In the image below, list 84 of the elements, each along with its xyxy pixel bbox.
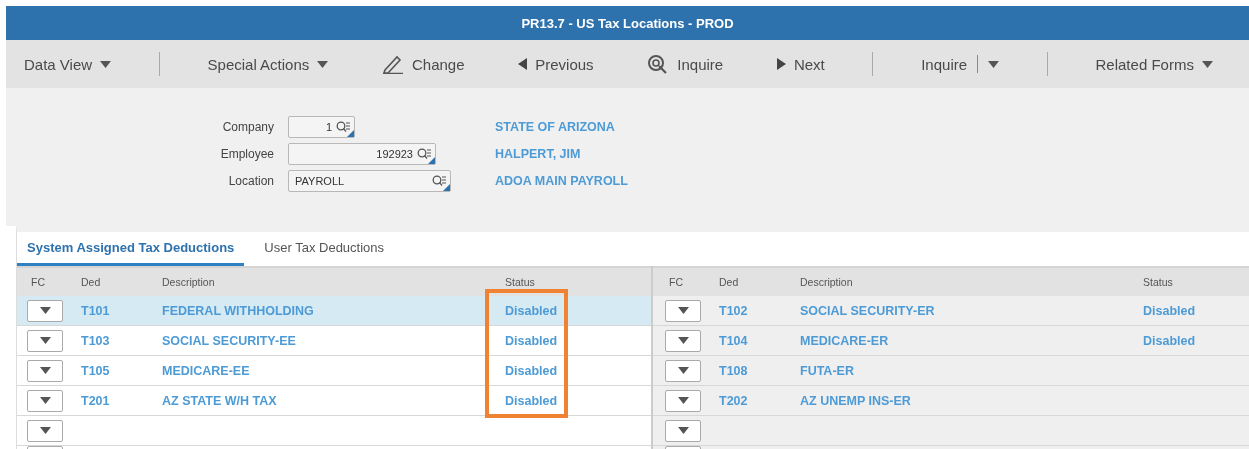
menu-button[interactable]: Special Actions (201, 48, 335, 80)
deduction-description[interactable]: SOCIAL SECURITY-ER (800, 303, 1143, 318)
window-title: PR13.7 - US Tax Locations - PROD (521, 15, 734, 31)
deduction-status: Disabled (505, 363, 559, 378)
left-triangle-icon (518, 58, 528, 70)
deduction-status: Disabled (1143, 333, 1197, 348)
column-header: Status (1143, 276, 1174, 288)
function-code-dropdown[interactable] (27, 359, 63, 382)
deduction-description[interactable]: MEDICARE-ER (800, 333, 1143, 348)
toolbar-button[interactable]: Next (770, 48, 831, 80)
lookup-icon (336, 121, 350, 133)
menu-button[interactable]: Data View (18, 48, 118, 80)
field-description: ADOA MAIN PAYROLL (494, 174, 628, 188)
function-code-dropdown[interactable] (27, 329, 63, 352)
deduction-status: Disabled (505, 393, 559, 408)
field-label: Company (222, 120, 274, 134)
lookup-icon (417, 148, 431, 160)
caret-icon (677, 307, 689, 314)
caret-icon (677, 367, 689, 374)
function-code-dropdown[interactable] (27, 299, 63, 322)
function-code-dropdown[interactable] (665, 419, 701, 442)
column-header: Description (162, 276, 216, 288)
field-description: HALPERT, JIM (494, 147, 581, 161)
input-field[interactable]: 192923 (288, 143, 436, 165)
menu-button[interactable]: Related Forms (1089, 48, 1219, 80)
function-code-dropdown[interactable] (665, 389, 701, 412)
deduction-code[interactable]: T101 (81, 303, 162, 318)
function-code-dropdown[interactable] (27, 419, 63, 442)
deduction-code[interactable]: T103 (81, 333, 162, 348)
toolbar-button[interactable]: Inquire (641, 48, 730, 80)
deduction-description[interactable]: AZ UNEMP INS-ER (800, 393, 1143, 408)
column-header: FC (30, 276, 46, 288)
function-code-dropdown[interactable] (27, 389, 63, 412)
caret-icon (39, 307, 51, 314)
caret-icon (988, 60, 1000, 68)
caret-icon (39, 337, 51, 344)
function-code-dropdown[interactable] (665, 299, 701, 322)
caret-icon (100, 60, 112, 68)
column-header: FC (668, 276, 684, 288)
right-triangle-icon (776, 58, 786, 70)
deduction-status: Disabled (1143, 303, 1197, 318)
deduction-description[interactable]: FEDERAL WITHHOLDING (162, 303, 505, 318)
function-code-dropdown[interactable] (665, 359, 701, 382)
table-row[interactable]: T104 MEDICARE-ER Disabled (653, 326, 1249, 356)
deduction-status: Disabled (505, 333, 559, 348)
deduction-description[interactable]: FUTA-ER (800, 363, 1143, 378)
deduction-code[interactable]: T108 (719, 363, 800, 378)
caret-icon (677, 427, 689, 434)
field-description: STATE OF ARIZONA (494, 120, 615, 134)
toolbar-button[interactable]: Change (376, 48, 471, 80)
table-row[interactable]: T108 FUTA-ER (653, 356, 1249, 386)
caret-icon (1201, 60, 1213, 68)
table-row[interactable]: T202 AZ UNEMP INS-ER (653, 386, 1249, 416)
caret-icon (39, 427, 51, 434)
lookup-icon (432, 175, 446, 187)
table-row[interactable]: T102 SOCIAL SECURITY-ER Disabled (653, 296, 1249, 326)
table-row[interactable]: T101 FEDERAL WITHHOLDING Disabled (17, 296, 651, 326)
deduction-status: Disabled (505, 303, 559, 318)
column-header: Status (505, 276, 536, 288)
column-header: Ded (81, 276, 102, 288)
input-field[interactable]: PAYROLL (288, 170, 451, 192)
deduction-code[interactable]: T102 (719, 303, 800, 318)
deduction-code[interactable]: T104 (719, 333, 800, 348)
function-code-dropdown[interactable] (665, 329, 701, 352)
column-header: Description (800, 276, 854, 288)
caret-icon (39, 367, 51, 374)
pencil-icon (382, 54, 404, 74)
column-header: Ded (719, 276, 740, 288)
caret-icon (677, 337, 689, 344)
toolbar-button[interactable]: Previous (512, 48, 600, 80)
deduction-description[interactable]: SOCIAL SECURITY-EE (162, 333, 505, 348)
tab[interactable]: User Tax Deductions (254, 232, 395, 266)
caret-icon (677, 397, 689, 404)
input-field[interactable]: 1 (288, 116, 355, 138)
caret-icon (39, 397, 51, 404)
deduction-code[interactable]: T105 (81, 363, 162, 378)
inquire-button[interactable]: Inquire (915, 48, 974, 80)
deduction-description[interactable]: MEDICARE-EE (162, 363, 505, 378)
deduction-description[interactable]: AZ STATE W/H TAX (162, 393, 505, 408)
caret-icon (317, 60, 329, 68)
deduction-code[interactable]: T201 (81, 393, 162, 408)
field-label: Location (228, 174, 274, 188)
deduction-code[interactable]: T202 (719, 393, 800, 408)
field-label: Employee (220, 147, 274, 161)
